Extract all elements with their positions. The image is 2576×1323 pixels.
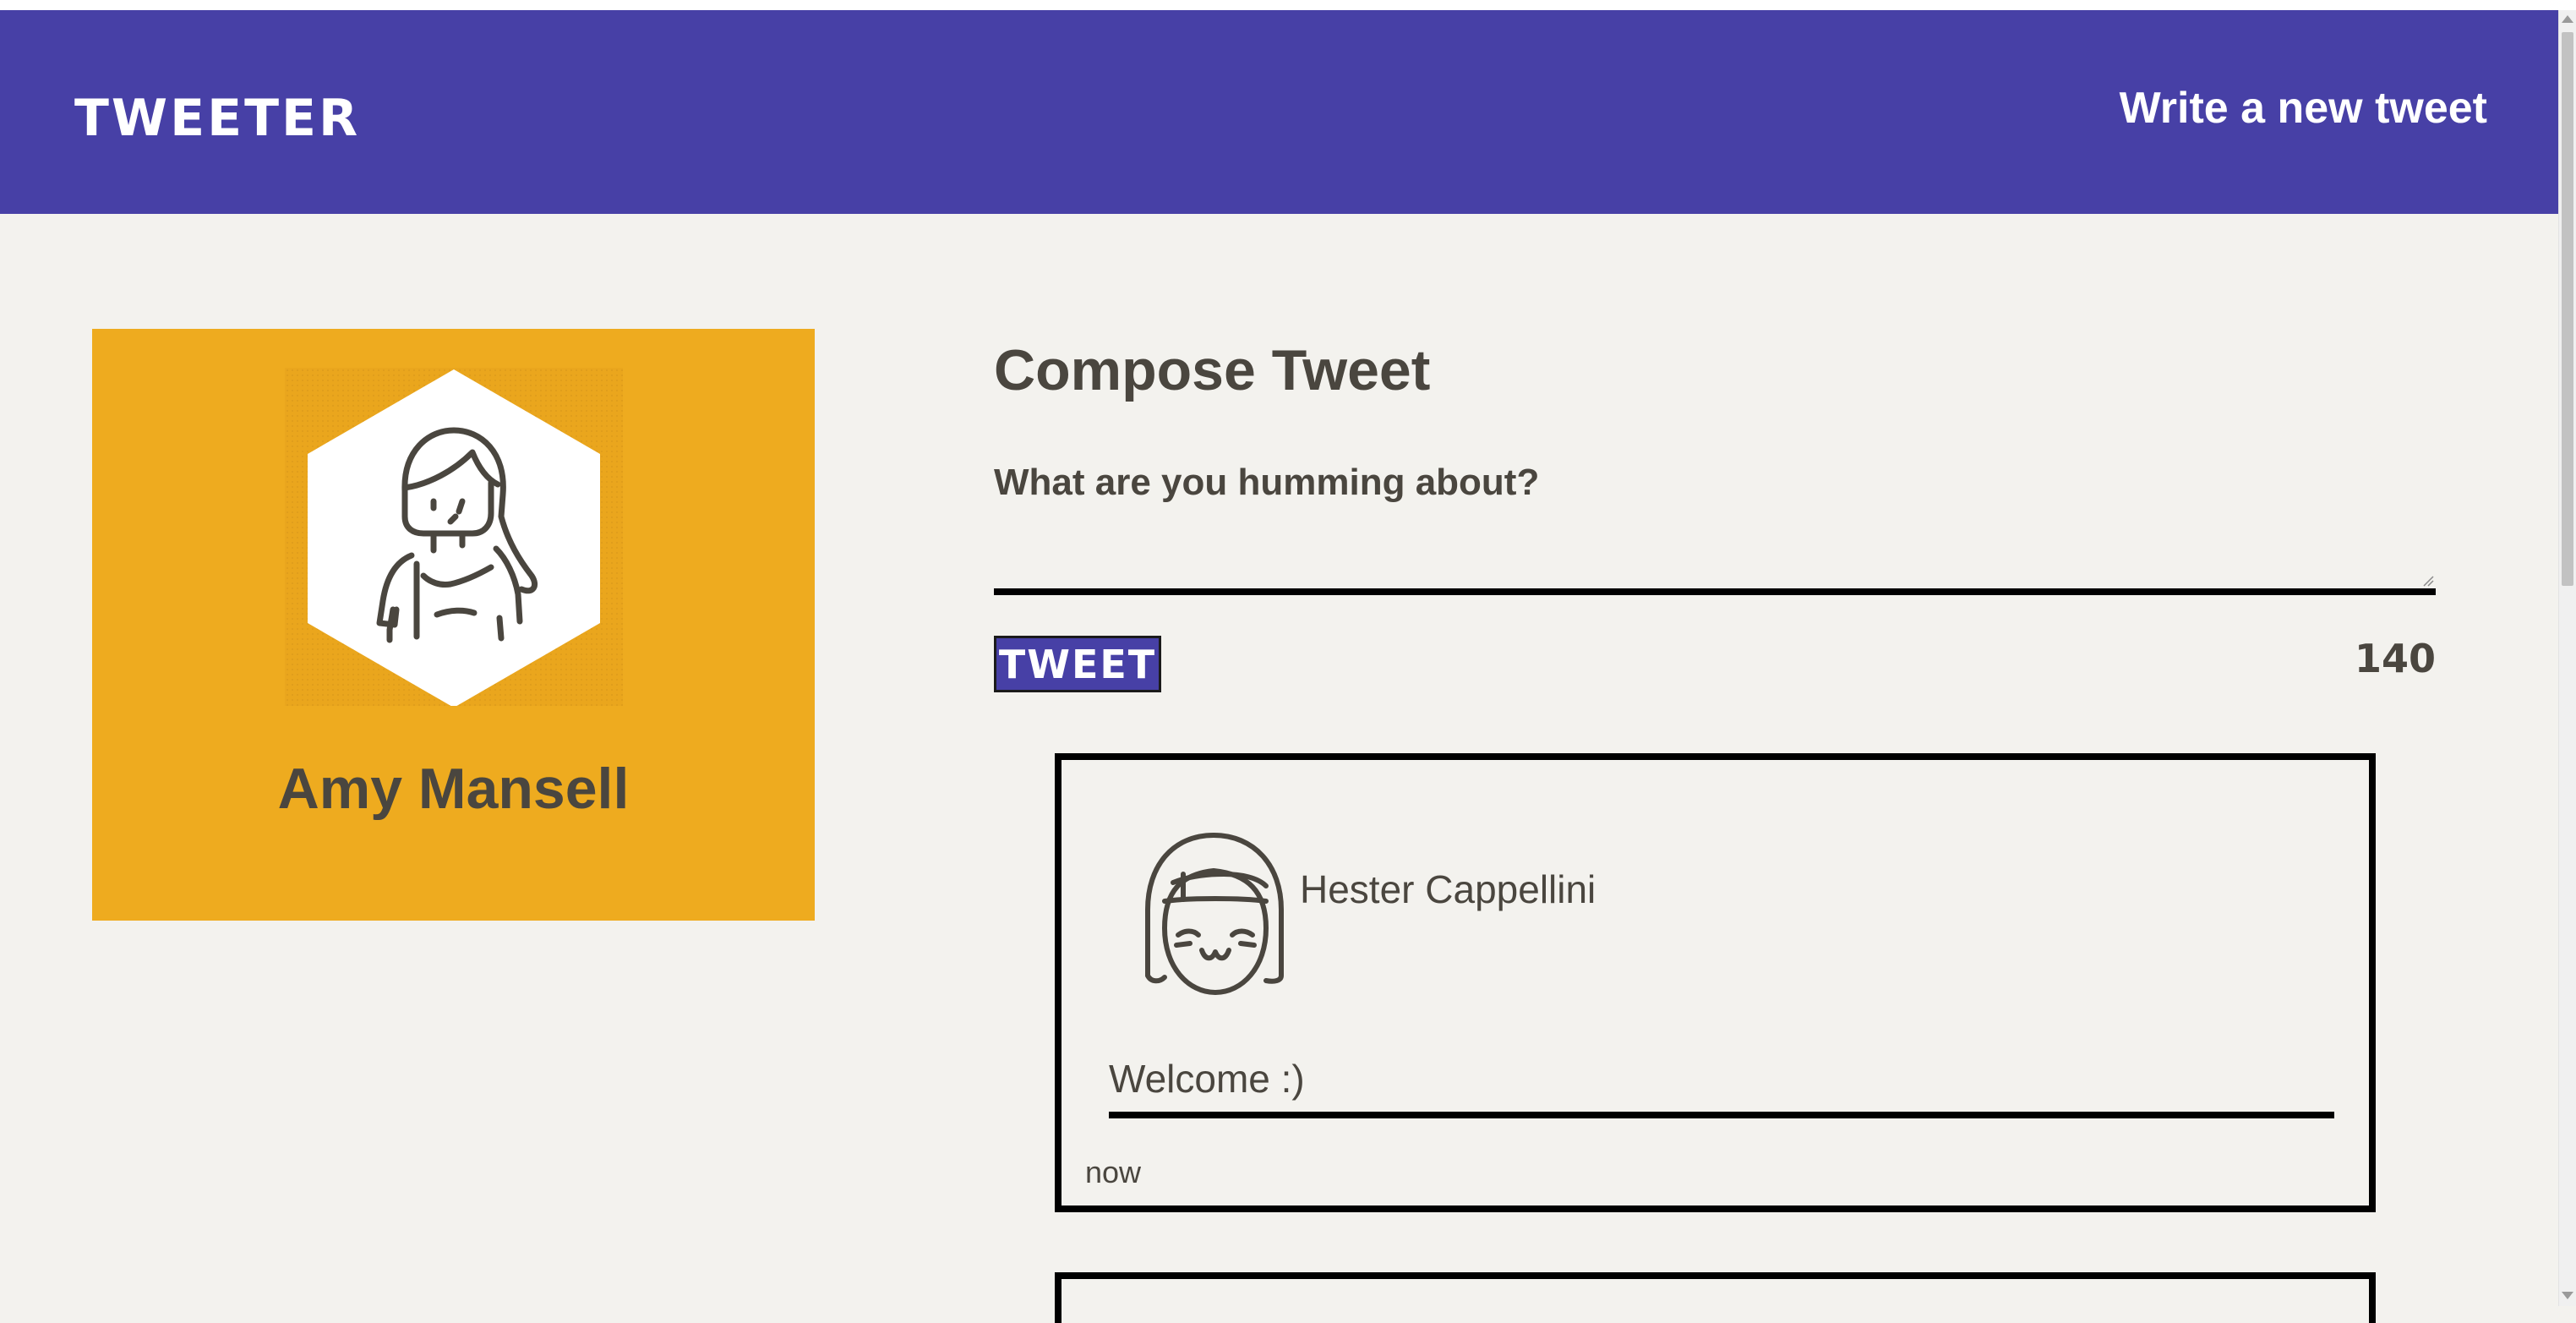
browser-top-strip: [0, 0, 2576, 10]
tweet-card: Hester Cappellini Welcome :) now: [1055, 753, 2376, 1212]
scroll-up-arrow-icon[interactable]: [2562, 15, 2573, 23]
resize-grip-icon[interactable]: [2422, 575, 2434, 587]
girl-avatar-icon: [1145, 833, 1284, 995]
brand-logo[interactable]: TWEETER: [74, 93, 360, 144]
woman-avatar-hexagon-icon: [308, 369, 600, 706]
profile-card: Amy Mansell: [92, 329, 815, 921]
tweet-submit-button[interactable]: TWEET: [994, 636, 1161, 692]
scroll-down-arrow-icon[interactable]: [2562, 1292, 2573, 1299]
tweet-content: Welcome :): [1109, 1059, 2334, 1118]
compose-title: Compose Tweet: [994, 338, 1431, 402]
tweet-timestamp: now: [1085, 1155, 1142, 1189]
scrollbar-thumb[interactable]: [2562, 32, 2573, 586]
compose-tweet-input[interactable]: [994, 456, 2436, 595]
character-counter: 140: [2354, 636, 2436, 681]
tweet-author-name: Hester Cappellini: [1300, 867, 1596, 911]
navbar: TWEETER Write a new tweet: [0, 10, 2558, 214]
next-tweet-card: [1055, 1272, 2376, 1323]
write-new-tweet-link[interactable]: Write a new tweet: [2120, 86, 2487, 130]
profile-avatar: [285, 368, 623, 706]
profile-name: Amy Mansell: [277, 757, 630, 821]
